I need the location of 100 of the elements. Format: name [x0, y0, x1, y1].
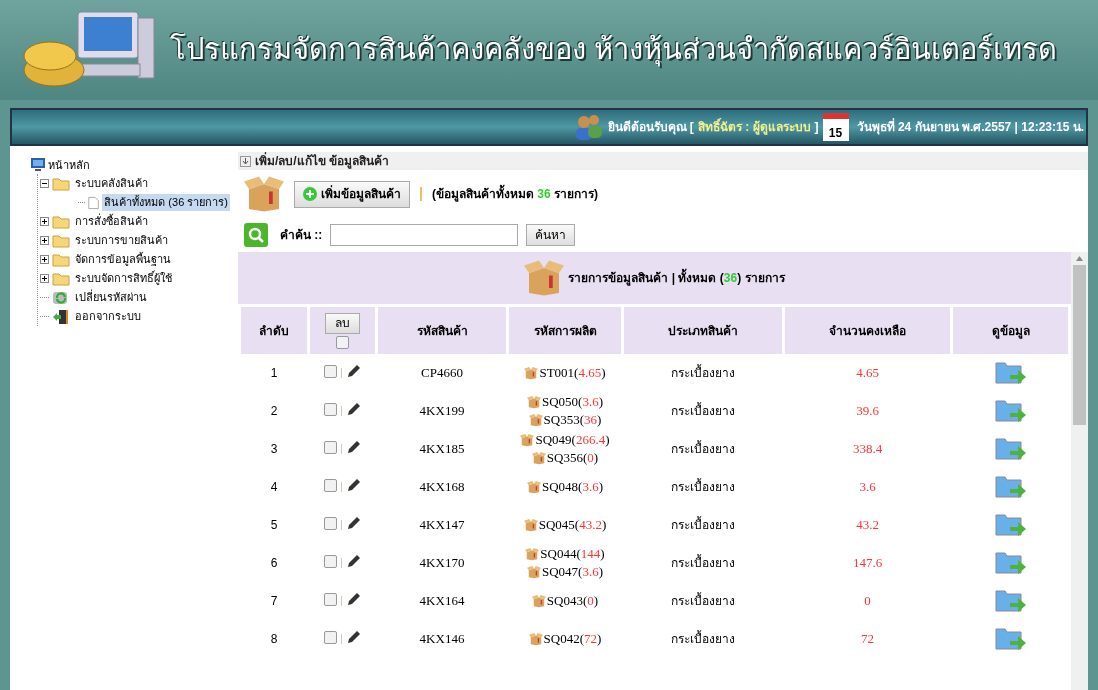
remaining-quantity: 0 [864, 593, 871, 609]
tree-item[interactable]: จัดการข้อมูลพื้นฐาน [73, 251, 173, 268]
column-title: ลำดับ [259, 323, 289, 338]
tree-item[interactable]: เปลี่ยนรหัสผ่าน [73, 289, 149, 306]
box-icon [526, 480, 541, 494]
folder-arrow-icon[interactable] [993, 397, 1028, 425]
row-number: 2 [270, 404, 278, 418]
box-icon [531, 594, 546, 608]
product-type: กระเบื้องยาง [671, 594, 735, 608]
section-title: เพิ่ม/ลบ/แก้ไข ข้อมูลสินค้า [255, 152, 389, 170]
box-icon [244, 174, 284, 214]
folder-icon [52, 233, 70, 248]
box-icon [523, 518, 538, 532]
product-type: กระเบื้องยาง [671, 556, 735, 570]
page-icon [88, 194, 100, 211]
checkbox[interactable] [323, 592, 337, 606]
remaining-quantity: 3.6 [859, 479, 876, 495]
pencil-icon[interactable] [345, 477, 362, 494]
folder-icon [52, 252, 70, 267]
remaining-quantity: 147.6 [852, 555, 883, 571]
product-code: 4KX185 [419, 441, 465, 457]
pencil-icon[interactable] [345, 515, 362, 532]
production-code[interactable]: SQ353(36) [543, 411, 602, 429]
production-code[interactable]: SQ049(266.4) [535, 431, 610, 449]
column-title: ประเภทสินค้า [668, 323, 738, 338]
box-icon [528, 632, 543, 646]
search-icon[interactable] [244, 223, 268, 247]
user-role: สิทธิ์ฉัตร : ผู้ดูแลระบบ [697, 118, 811, 136]
expand-toggle[interactable] [40, 236, 49, 245]
production-code[interactable]: SQ356(0) [546, 449, 599, 467]
pencil-icon[interactable] [345, 401, 362, 418]
folder-arrow-icon[interactable] [993, 587, 1028, 615]
checkbox[interactable] [323, 478, 337, 492]
production-code[interactable]: SQ042(72) [543, 630, 602, 648]
search-field[interactable] [330, 224, 519, 246]
scroll-up-arrow-icon[interactable] [1076, 256, 1083, 261]
tree-item[interactable]: ระบบการขายสินค้า [73, 232, 170, 249]
folder-arrow-icon[interactable] [993, 435, 1028, 463]
scrollbar-thumb[interactable] [1073, 265, 1086, 425]
monitor-icon [30, 157, 46, 173]
product-code: 4KX168 [419, 479, 465, 495]
row-number: 1 [270, 366, 278, 380]
tree-item[interactable]: ระบบคลังสินค้า [73, 175, 150, 192]
product-type: กระเบื้องยาง [671, 480, 735, 494]
tree-item[interactable]: ออกจากระบบ [73, 308, 143, 325]
expand-toggle[interactable] [40, 255, 49, 264]
tree-item[interactable]: หน้าหลัก [48, 156, 90, 174]
pencil-icon[interactable] [345, 439, 362, 456]
plus-icon [41, 275, 48, 282]
product-type: กระเบื้องยาง [671, 404, 735, 418]
column-title: จำนวนคงเหลือ [829, 323, 906, 338]
tree-item[interactable]: การสั่งซื้อสินค้า [73, 213, 150, 230]
add-product-button[interactable]: เพิ่มข้อมูลสินค้า [294, 180, 410, 208]
folder-arrow-icon[interactable] [993, 549, 1028, 577]
tree-item[interactable]: สินค้าทั้งหมด (36 รายการ) [102, 194, 230, 211]
bracket-text: ] [814, 119, 819, 136]
collapse-toggle[interactable] [40, 179, 49, 188]
folder-arrow-icon[interactable] [993, 359, 1028, 387]
tree-item[interactable]: ระบบจัดการสิทธิ์ผู้ใช้ [73, 270, 174, 287]
production-code[interactable]: ST001(4.65) [539, 364, 606, 382]
checkbox[interactable] [323, 630, 337, 644]
checkbox[interactable] [323, 402, 337, 416]
production-code[interactable]: SQ048(3.6) [541, 478, 604, 496]
product-code: 4KX146 [419, 631, 465, 647]
checkbox[interactable] [323, 364, 337, 378]
production-code[interactable]: SQ045(43.2) [538, 516, 607, 534]
row-number: 7 [270, 594, 278, 608]
production-code[interactable]: SQ047(3.6) [541, 563, 604, 581]
pencil-icon[interactable] [345, 553, 362, 570]
pencil-icon[interactable] [345, 629, 362, 646]
table-title: รายการข้อมูลสินค้า | ทั้งหมด (36) รายการ [568, 269, 785, 287]
users-icon [573, 113, 604, 141]
row-number: 6 [270, 556, 278, 570]
plus-icon [41, 256, 48, 263]
delete-button[interactable]: ลบ [325, 312, 360, 334]
expand-toggle[interactable] [40, 217, 49, 226]
checkbox[interactable] [336, 335, 349, 349]
row-number: 3 [270, 442, 278, 456]
box-icon [524, 258, 565, 298]
product-code: CP4660 [421, 365, 463, 381]
checkbox[interactable] [323, 440, 337, 454]
pencil-icon[interactable] [345, 591, 362, 608]
folder-arrow-icon[interactable] [993, 625, 1028, 653]
expand-toggle[interactable] [40, 274, 49, 283]
folder-icon [52, 176, 70, 191]
checkbox[interactable] [323, 554, 337, 568]
checkbox[interactable] [323, 516, 337, 530]
minus-icon [41, 180, 48, 187]
folder-arrow-icon[interactable] [993, 473, 1028, 501]
production-code[interactable]: SQ043(0) [546, 592, 599, 610]
search-button[interactable]: ค้นหา [526, 224, 576, 246]
exit-door-icon [52, 308, 70, 325]
remaining-quantity: 4.65 [856, 365, 879, 381]
production-code[interactable]: SQ044(144) [540, 545, 605, 563]
plus-icon [303, 187, 317, 201]
pencil-icon[interactable] [345, 363, 362, 380]
production-code[interactable]: SQ050(3.6) [541, 393, 604, 411]
box-icon [531, 451, 546, 465]
folder-arrow-icon[interactable] [993, 511, 1028, 539]
box-icon [520, 433, 535, 447]
